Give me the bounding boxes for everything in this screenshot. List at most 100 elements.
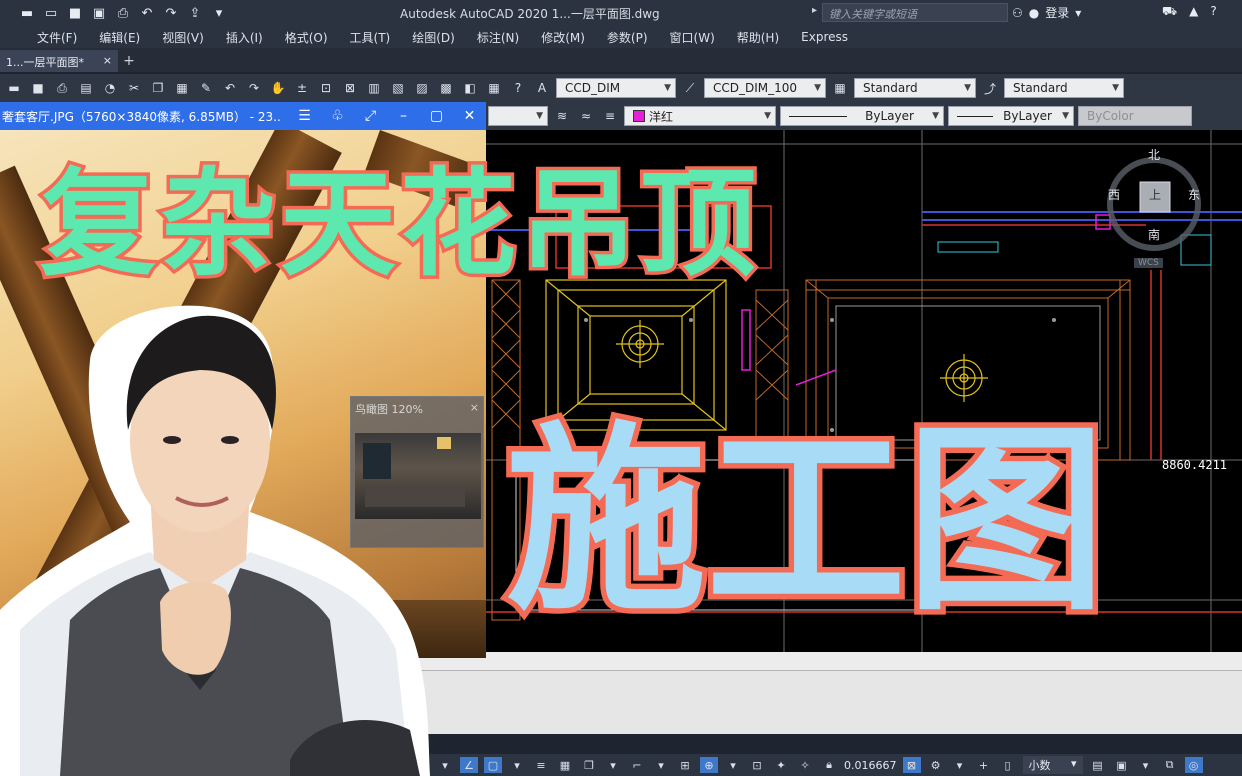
transparency-icon[interactable]: ▦ <box>556 757 574 773</box>
quick-properties-icon[interactable]: ▤ <box>1089 757 1107 773</box>
customize-icon[interactable]: ⧉ <box>1161 757 1179 773</box>
menu-tools[interactable]: 工具(T) <box>339 29 402 46</box>
properties-icon[interactable]: ▥ <box>364 78 384 98</box>
dim-style-select[interactable]: CCD_DIM_100 ▼ <box>704 78 826 98</box>
units-select[interactable]: 小数 ▾ <box>1022 756 1083 774</box>
menu-parametric[interactable]: 参数(P) <box>596 29 659 46</box>
isolate-icon[interactable]: ⊡ <box>748 757 766 773</box>
lineweight-icon[interactable]: ≡ <box>532 757 550 773</box>
minimize-icon[interactable]: – <box>387 108 420 124</box>
chevron-down-icon[interactable]: ▾ <box>604 757 622 773</box>
close-icon[interactable]: × <box>470 401 479 417</box>
new-tab-button[interactable]: + <box>118 50 140 72</box>
layer-match-icon[interactable]: ≈ <box>576 106 596 126</box>
color-select[interactable]: 洋红 ▼ <box>624 106 776 126</box>
menu-format[interactable]: 格式(O) <box>274 29 339 46</box>
sheet-set-icon[interactable]: ▩ <box>436 78 456 98</box>
help-icon[interactable]: ? <box>508 78 528 98</box>
plus-icon[interactable]: + <box>975 757 993 773</box>
print-icon[interactable]: ⎙ <box>52 78 72 98</box>
login-area[interactable]: ⚇ ● 登录 ▾ <box>1012 4 1081 21</box>
gear-icon[interactable]: ⚙ <box>927 757 945 773</box>
menu-express[interactable]: Express <box>790 30 859 44</box>
table-style-icon[interactable]: ▦ <box>830 78 850 98</box>
undo-icon[interactable]: ↶ <box>138 5 156 21</box>
save-icon[interactable]: ■ <box>28 78 48 98</box>
annotation-visibility-icon[interactable]: ✧ <box>796 757 814 773</box>
help-icon[interactable]: ? <box>1210 4 1216 20</box>
plot-preview-icon[interactable]: ▤ <box>76 78 96 98</box>
share-icon[interactable]: ⇪ <box>186 5 204 21</box>
view-cube[interactable]: 北 西 东 南 上 WCS <box>1104 146 1204 268</box>
compass-west-label[interactable]: 西 <box>1108 186 1120 203</box>
text-style-icon[interactable]: A <box>532 78 552 98</box>
image-viewer-titlebar[interactable]: 奢套客厅.JPG（5760×3840像素, 6.85MB） - 23... ☰ … <box>0 102 486 130</box>
annotation-scale-icon[interactable]: ✦ <box>772 757 790 773</box>
menu-dimension[interactable]: 标注(N) <box>466 29 530 46</box>
compass-south-label[interactable]: 南 <box>1148 226 1160 243</box>
ucs-icon[interactable]: ⌐ <box>628 757 646 773</box>
pan-icon[interactable]: ✋ <box>268 78 288 98</box>
chevron-down-icon[interactable]: ▾ <box>210 5 228 21</box>
markup-icon[interactable]: ◧ <box>460 78 480 98</box>
clean-screen-icon[interactable]: ▣ <box>1113 757 1131 773</box>
text-style-select[interactable]: CCD_DIM ▼ <box>556 78 676 98</box>
hardware-accel-icon[interactable]: ▯ <box>999 757 1017 773</box>
table-style-select[interactable]: Standard ▼ <box>854 78 976 98</box>
chevron-down-icon[interactable]: ▾ <box>1137 757 1155 773</box>
chevron-right-icon[interactable]: ▸ <box>812 5 817 16</box>
paste-icon[interactable]: ▦ <box>172 78 192 98</box>
search-input[interactable]: 键入关键字或短语 <box>822 3 1008 22</box>
new-icon[interactable]: ▬ <box>4 78 24 98</box>
chevron-down-icon[interactable]: ▾ <box>652 757 670 773</box>
menu-draw[interactable]: 绘图(D) <box>401 29 466 46</box>
autodesk-app-icon[interactable]: ▲ <box>1189 4 1198 20</box>
gizmo-icon[interactable]: ⊞ <box>676 757 694 773</box>
object-snap-icon[interactable]: ▢ <box>484 757 502 773</box>
linetype-select[interactable]: ByLayer ▼ <box>780 106 944 126</box>
scale-readout[interactable]: 0.016667 <box>844 759 897 772</box>
multileader-style-select[interactable]: Standard ▼ <box>1004 78 1124 98</box>
design-center-icon[interactable]: ▧ <box>388 78 408 98</box>
chevron-down-icon[interactable]: ▾ <box>951 757 969 773</box>
compass-north-label[interactable]: 北 <box>1148 146 1160 163</box>
viewcube-top-face[interactable]: 上 <box>1149 186 1161 203</box>
saveas-icon[interactable]: ▣ <box>90 5 108 21</box>
publish-icon[interactable]: ◔ <box>100 78 120 98</box>
binoculars-icon[interactable]: ⚇ <box>1012 6 1023 20</box>
chevron-down-icon[interactable]: ▾ <box>724 757 742 773</box>
chevron-down-icon[interactable]: ▾ <box>508 757 526 773</box>
compass-east-label[interactable]: 东 <box>1188 186 1200 203</box>
menu-file[interactable]: 文件(F) <box>26 29 88 46</box>
make-current-layer-icon[interactable]: ≋ <box>552 106 572 126</box>
print-icon[interactable]: ⎙ <box>114 5 132 21</box>
wcs-label[interactable]: WCS <box>1134 258 1163 268</box>
plot-style-select[interactable]: ByColor <box>1078 106 1192 126</box>
workspace-icon[interactable]: ⊠ <box>902 757 921 773</box>
selection-cycling-icon[interactable]: ❐ <box>580 757 598 773</box>
maximize-icon[interactable]: ▢ <box>420 108 453 124</box>
login-label[interactable]: 登录 <box>1045 4 1069 21</box>
dim-style-icon[interactable]: ⟋ <box>680 78 700 98</box>
zoom-realtime-icon[interactable]: ± <box>292 78 312 98</box>
lock-icon[interactable]: 🔒︎ <box>820 757 838 773</box>
new-icon[interactable]: ▬ <box>18 5 36 21</box>
calculator-icon[interactable]: ▦ <box>484 78 504 98</box>
multileader-style-icon[interactable]: ⤴ <box>980 78 1000 98</box>
menu-edit[interactable]: 编辑(E) <box>88 29 151 46</box>
lineweight-select[interactable]: ByLayer ▼ <box>948 106 1074 126</box>
layer-previous-icon[interactable]: ≡ <box>600 106 620 126</box>
match-properties-icon[interactable]: ✎ <box>196 78 216 98</box>
save-icon[interactable]: ■ <box>66 5 84 21</box>
menu-modify[interactable]: 修改(M) <box>530 29 596 46</box>
redo-icon[interactable]: ↷ <box>162 5 180 21</box>
file-tab[interactable]: 1...一层平面图* × <box>0 50 118 72</box>
cut-icon[interactable]: ✂ <box>124 78 144 98</box>
menu-view[interactable]: 视图(V) <box>151 29 215 46</box>
copy-icon[interactable]: ❐ <box>148 78 168 98</box>
zoom-previous-icon[interactable]: ⊠ <box>340 78 360 98</box>
close-icon[interactable]: ✕ <box>453 108 486 124</box>
layer-select[interactable]: ▼ <box>488 106 548 126</box>
skin-icon[interactable]: ♧ <box>321 108 354 124</box>
menu-help[interactable]: 帮助(H) <box>726 29 790 46</box>
